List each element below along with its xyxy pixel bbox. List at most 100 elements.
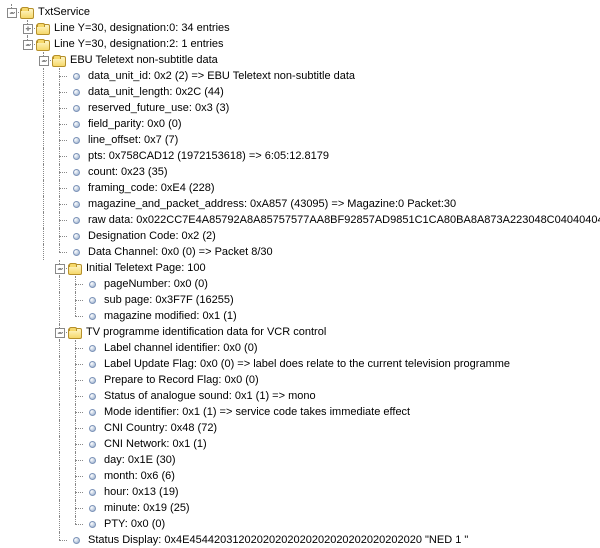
tree-connector [52, 372, 68, 388]
tree-leaf[interactable]: data_unit_id: 0x2 (2) => EBU Teletext no… [4, 68, 600, 84]
tree-connector [20, 468, 36, 484]
tree-connector [20, 404, 36, 420]
bullet-icon [68, 196, 84, 212]
tree-connector [52, 468, 68, 484]
tree-leaf[interactable]: field_parity: 0x0 (0) [4, 116, 600, 132]
node-label: minute: 0x19 (25) [103, 500, 190, 516]
tree-connector [4, 484, 20, 500]
tree-connector [52, 84, 68, 100]
tree-leaf[interactable]: Mode identifier: 0x1 (1) => service code… [4, 404, 600, 420]
bullet-icon [68, 532, 84, 548]
tree-connector [52, 196, 68, 212]
tree-connector [4, 468, 20, 484]
tree-connector [4, 132, 20, 148]
node-label: data_unit_id: 0x2 (2) => EBU Teletext no… [87, 68, 355, 84]
bullet-icon [84, 356, 100, 372]
tree-view[interactable]: − TxtService + Line Y=30, designation:0:… [0, 0, 600, 548]
tree-leaf[interactable]: pageNumber: 0x0 (0) [4, 276, 600, 292]
tree-leaf[interactable]: Data Channel: 0x0 (0) => Packet 8/30 [4, 244, 600, 260]
tree-leaf[interactable]: pts: 0x758CAD12 (1972153618) => 6:05:12.… [4, 148, 600, 164]
tree-connector [68, 356, 84, 372]
tree-connector [20, 324, 36, 340]
tree-connector [20, 260, 36, 276]
tree-leaf[interactable]: Designation Code: 0x2 (2) [4, 228, 600, 244]
folder-open-icon [36, 40, 50, 51]
tree-leaf[interactable]: CNI Country: 0x48 (72) [4, 420, 600, 436]
node-label: TxtService [37, 4, 90, 20]
collapse-icon[interactable]: − [7, 8, 17, 18]
tree-connector [36, 340, 52, 356]
tree-connector [36, 148, 52, 164]
tree-node[interactable]: − Initial Teletext Page: 100 [4, 260, 600, 276]
tree-connector: − [20, 36, 36, 52]
folder-open-icon [68, 264, 82, 275]
tree-connector [36, 164, 52, 180]
tree-node[interactable]: − EBU Teletext non-subtitle data [4, 52, 600, 68]
tree-leaf[interactable]: Label channel identifier: 0x0 (0) [4, 340, 600, 356]
folder-open-icon [36, 24, 50, 35]
bullet-icon [68, 116, 84, 132]
tree-connector [36, 84, 52, 100]
tree-leaf[interactable]: minute: 0x19 (25) [4, 500, 600, 516]
bullet-icon [84, 292, 100, 308]
tree-connector [4, 404, 20, 420]
tree-connector [4, 36, 20, 52]
tree-leaf[interactable]: magazine_and_packet_address: 0xA857 (430… [4, 196, 600, 212]
tree-leaf[interactable]: month: 0x6 (6) [4, 468, 600, 484]
tree-leaf[interactable]: raw data: 0x022CC7E4A85792A8A85757577AA8… [4, 212, 600, 228]
tree-connector [52, 516, 68, 532]
tree-connector [4, 212, 20, 228]
tree-connector [52, 244, 68, 260]
bullet-icon [84, 340, 100, 356]
tree-leaf[interactable]: CNI Network: 0x1 (1) [4, 436, 600, 452]
tree-connector [68, 388, 84, 404]
tree-leaf[interactable]: sub page: 0x3F7F (16255) [4, 292, 600, 308]
tree-leaf[interactable]: Status Display: 0x4E45442031202020202020… [4, 532, 600, 548]
bullet-icon [84, 420, 100, 436]
tree-leaf[interactable]: PTY: 0x0 (0) [4, 516, 600, 532]
bullet-icon [68, 148, 84, 164]
tree-connector [36, 260, 52, 276]
tree-node[interactable]: − TV programme identification data for V… [4, 324, 600, 340]
tree-leaf[interactable]: count: 0x23 (35) [4, 164, 600, 180]
tree-node-root[interactable]: − TxtService [4, 4, 600, 20]
tree-connector [20, 148, 36, 164]
tree-connector [52, 500, 68, 516]
collapse-icon[interactable]: − [55, 328, 65, 338]
tree-connector [68, 308, 84, 324]
tree-leaf[interactable]: magazine modified: 0x1 (1) [4, 308, 600, 324]
tree-connector [36, 324, 52, 340]
node-label: raw data: 0x022CC7E4A85792A8A85757577AA8… [87, 212, 600, 228]
bullet-icon [84, 436, 100, 452]
tree-node[interactable]: + Line Y=30, designation:0: 34 entries [4, 20, 600, 36]
tree-connector [36, 180, 52, 196]
node-label: Status of analogue sound: 0x1 (1) => mon… [103, 388, 316, 404]
tree-connector [4, 452, 20, 468]
tree-leaf[interactable]: Label Update Flag: 0x0 (0) => label does… [4, 356, 600, 372]
tree-connector [52, 116, 68, 132]
collapse-icon[interactable]: − [23, 40, 33, 50]
collapse-icon[interactable]: − [39, 56, 49, 66]
tree-leaf[interactable]: reserved_future_use: 0x3 (3) [4, 100, 600, 116]
node-label: TV programme identification data for VCR… [85, 324, 326, 340]
tree-leaf[interactable]: hour: 0x13 (19) [4, 484, 600, 500]
tree-connector [52, 484, 68, 500]
tree-leaf[interactable]: Status of analogue sound: 0x1 (1) => mon… [4, 388, 600, 404]
tree-connector [36, 484, 52, 500]
tree-leaf[interactable]: Prepare to Record Flag: 0x0 (0) [4, 372, 600, 388]
tree-connector [20, 276, 36, 292]
tree-leaf[interactable]: framing_code: 0xE4 (228) [4, 180, 600, 196]
tree-connector [36, 212, 52, 228]
node-label: CNI Network: 0x1 (1) [103, 436, 207, 452]
tree-leaf[interactable]: data_unit_length: 0x2C (44) [4, 84, 600, 100]
tree-connector [20, 228, 36, 244]
tree-connector [4, 68, 20, 84]
tree-leaf[interactable]: day: 0x1E (30) [4, 452, 600, 468]
expand-icon[interactable]: + [23, 24, 33, 34]
tree-connector [4, 436, 20, 452]
collapse-icon[interactable]: − [55, 264, 65, 274]
node-label: EBU Teletext non-subtitle data [69, 52, 218, 68]
tree-node[interactable]: − Line Y=30, designation:2: 1 entries [4, 36, 600, 52]
tree-connector [36, 244, 52, 260]
tree-leaf[interactable]: line_offset: 0x7 (7) [4, 132, 600, 148]
